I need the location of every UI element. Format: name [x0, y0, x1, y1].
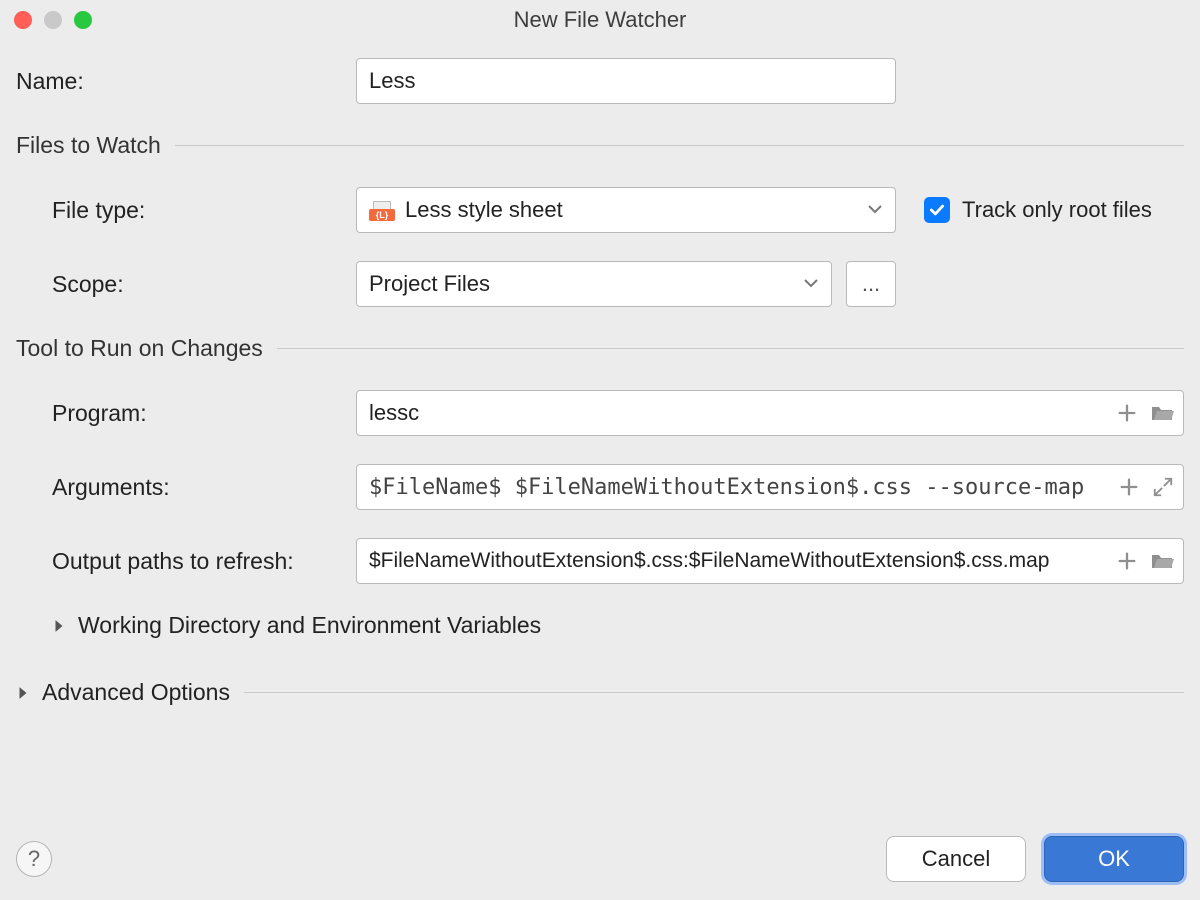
section-divider	[244, 692, 1184, 693]
cancel-button[interactable]: Cancel	[886, 836, 1026, 882]
chevron-down-icon	[867, 197, 883, 223]
checkbox-checked-icon	[924, 197, 950, 223]
window-title: New File Watcher	[0, 7, 1200, 33]
working-directory-disclosure[interactable]: Working Directory and Environment Variab…	[52, 612, 541, 639]
insert-macro-icon[interactable]	[1116, 402, 1138, 424]
section-advanced-options: Advanced Options	[16, 679, 1184, 706]
output-paths-label: Output paths to refresh:	[52, 548, 356, 575]
chevron-down-icon	[803, 271, 819, 297]
name-input[interactable]: Less	[356, 58, 896, 104]
help-icon: ?	[28, 846, 40, 872]
ellipsis-label: ...	[862, 271, 880, 297]
less-file-icon: {L}	[369, 199, 395, 221]
program-label: Program:	[52, 400, 356, 427]
section-files-to-watch-label: Files to Watch	[16, 132, 161, 159]
help-button[interactable]: ?	[16, 841, 52, 877]
ok-label: OK	[1098, 846, 1130, 872]
disclosure-triangle-icon	[52, 619, 66, 633]
advanced-options-disclosure[interactable]: Advanced Options	[16, 679, 230, 706]
filetype-select[interactable]: {L} Less style sheet	[356, 187, 896, 233]
program-value: lessc	[369, 400, 419, 426]
program-input[interactable]: lessc	[356, 390, 1184, 436]
working-directory-label: Working Directory and Environment Variab…	[78, 612, 541, 639]
arguments-label: Arguments:	[52, 474, 356, 501]
section-divider	[277, 348, 1184, 349]
ok-button[interactable]: OK	[1044, 836, 1184, 882]
output-paths-input[interactable]: $FileNameWithoutExtension$.css:$FileName…	[356, 538, 1184, 584]
browse-folder-icon[interactable]	[1150, 550, 1174, 572]
name-label: Name:	[16, 68, 356, 95]
scope-select[interactable]: Project Files	[356, 261, 832, 307]
scope-label: Scope:	[52, 271, 356, 298]
output-paths-value: $FileNameWithoutExtension$.css:$FileName…	[369, 549, 1049, 573]
section-divider	[175, 145, 1184, 146]
disclosure-triangle-icon	[16, 686, 30, 700]
advanced-options-label: Advanced Options	[42, 679, 230, 706]
track-only-root-checkbox[interactable]: Track only root files	[924, 197, 1152, 223]
scope-selected: Project Files	[369, 271, 490, 297]
filetype-label: File type:	[52, 197, 356, 224]
name-input-value: Less	[369, 68, 415, 94]
insert-macro-icon[interactable]	[1118, 476, 1140, 498]
arguments-value: $FileName$ $FileNameWithoutExtension$.cs…	[369, 475, 1084, 500]
scope-browse-button[interactable]: ...	[846, 261, 896, 307]
window-titlebar: New File Watcher	[0, 0, 1200, 40]
cancel-label: Cancel	[922, 846, 990, 872]
filetype-selected: Less style sheet	[405, 197, 563, 223]
section-tool-to-run-label: Tool to Run on Changes	[16, 335, 263, 362]
track-only-root-label: Track only root files	[962, 197, 1152, 223]
insert-macro-icon[interactable]	[1116, 550, 1138, 572]
section-tool-to-run: Tool to Run on Changes	[16, 335, 1184, 362]
expand-icon[interactable]	[1152, 476, 1174, 498]
arguments-input[interactable]: $FileName$ $FileNameWithoutExtension$.cs…	[356, 464, 1184, 510]
section-files-to-watch: Files to Watch	[16, 132, 1184, 159]
browse-folder-icon[interactable]	[1150, 402, 1174, 424]
